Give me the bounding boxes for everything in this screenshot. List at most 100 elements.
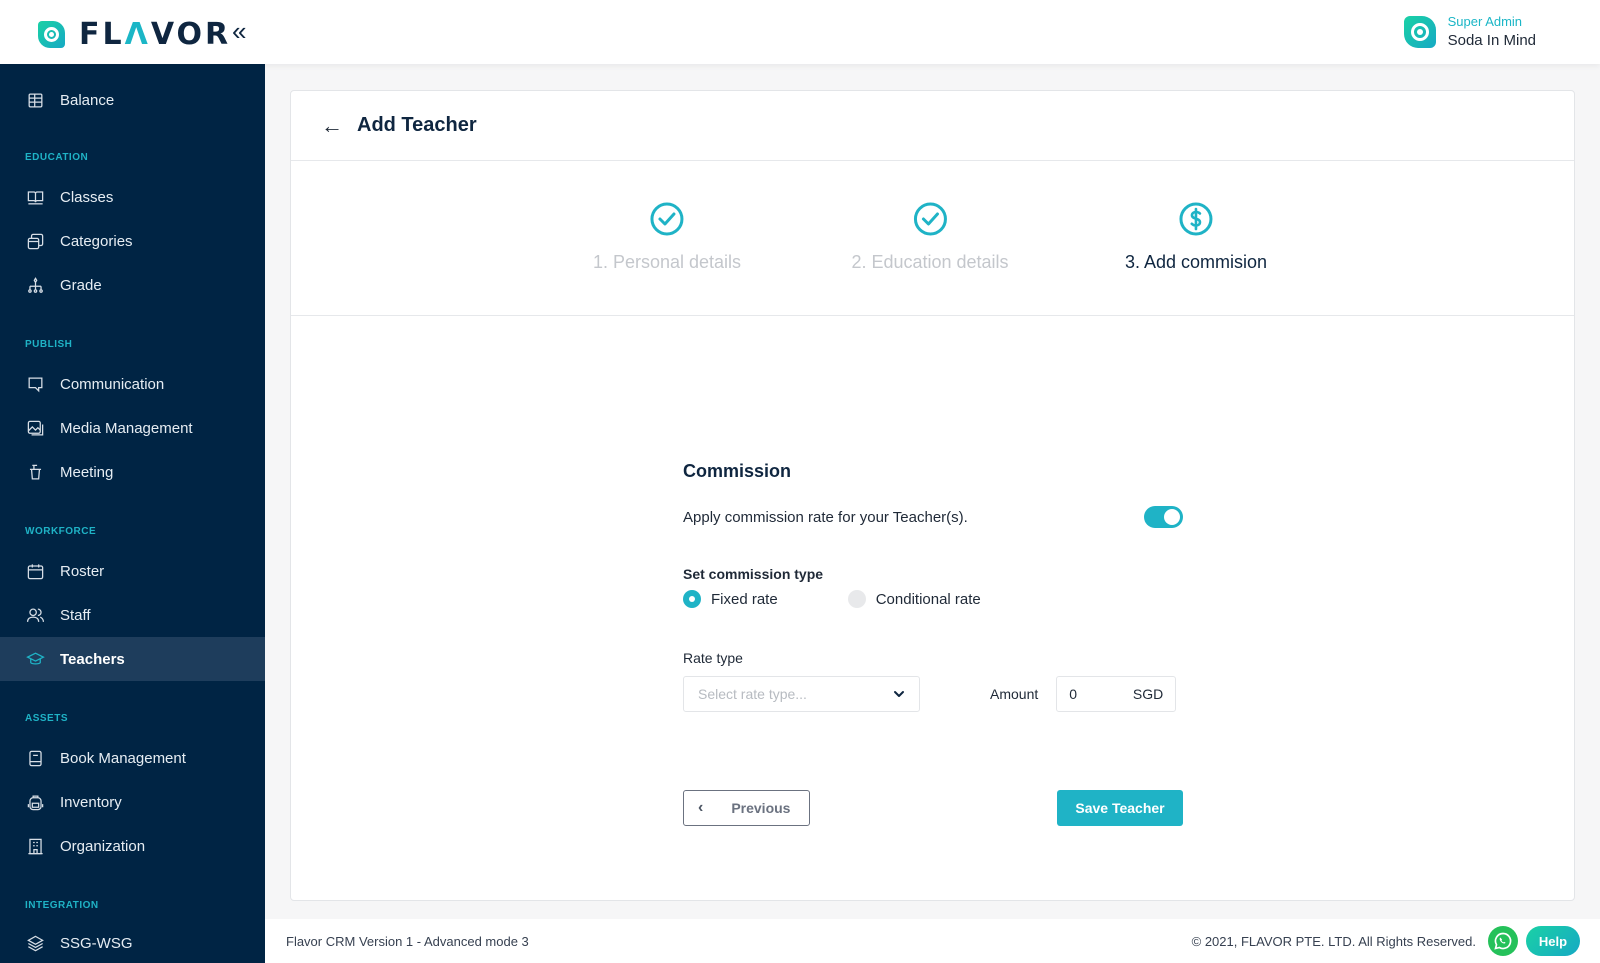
help-button[interactable]: Help [1526, 926, 1580, 956]
currency-label: SGD [1132, 686, 1164, 702]
select-placeholder: Select rate type... [698, 686, 807, 702]
radio-fixed-rate[interactable]: Fixed rate [683, 590, 778, 608]
commission-type-radio-group: Fixed rate Conditional rate [683, 590, 1183, 608]
rate-type-select[interactable]: Select rate type... [683, 676, 920, 712]
whatsapp-icon [1494, 932, 1512, 950]
sidebar-item-media-management[interactable]: Media Management [0, 406, 265, 450]
sidebar-item-meeting[interactable]: Meeting [0, 450, 265, 494]
radio-conditional-rate[interactable]: Conditional rate [847, 590, 981, 608]
sidebar-item-label: Roster [60, 562, 105, 580]
sidebar-item-roster[interactable]: Roster [0, 549, 265, 593]
commission-type-label: Set commission type [683, 566, 824, 582]
rate-type-label: Rate type [683, 650, 743, 666]
sidebar-item-ssg-wsg[interactable]: SSG-WSG [0, 921, 265, 963]
sidebar-item-staff[interactable]: Staff [0, 593, 265, 637]
sidebar-section-integration: INTEGRATION [25, 900, 99, 911]
podium-icon [25, 462, 45, 482]
sidebar-item-label: Classes [60, 188, 114, 206]
sidebar-item-label: SSG-WSG [60, 934, 133, 952]
version-text: Flavor CRM Version 1 - Advanced mode 3 [286, 933, 529, 949]
previous-label: Previous [731, 800, 791, 816]
sidebar-item-classes[interactable]: Classes [0, 175, 265, 219]
sidebar-item-inventory[interactable]: Inventory [0, 780, 265, 824]
users-icon [25, 605, 45, 625]
copyright-text: © 2021, FLAVOR PTE. LTD. All Rights Rese… [1191, 933, 1476, 949]
radio-checked-icon [683, 590, 701, 608]
sidebar-item-label: Inventory [60, 793, 122, 811]
sidebar-item-label: Grade [60, 276, 102, 294]
sidebar-section-education: EDUCATION [25, 152, 89, 163]
hierarchy-icon [25, 275, 45, 295]
radio-unchecked-icon [847, 590, 866, 608]
check-circle-icon [650, 202, 684, 236]
chevron-left-icon: ‹ [698, 799, 704, 816]
sidebar-item-communication[interactable]: Communication [0, 362, 265, 406]
sidebar-item-label: Teachers [60, 650, 125, 668]
add-teacher-card: ← Add Teacher 1. Personal details 2. Edu… [290, 90, 1575, 901]
sidebar-item-label: Organization [60, 837, 146, 855]
toggle-label: Apply commission rate for your Teacher(s… [683, 508, 968, 526]
back-button[interactable]: ← [321, 112, 343, 138]
double-chevron-left-icon: « [232, 16, 247, 46]
step-label: 1. Personal details [592, 252, 742, 272]
toggle-knob [1164, 509, 1180, 525]
footer-right: © 2021, FLAVOR PTE. LTD. All Rights Rese… [1192, 926, 1580, 956]
sidebar-item-label: Book Management [60, 749, 186, 767]
dollar-circle-icon [1179, 202, 1213, 236]
user-profile[interactable]: Super Admin Soda In Mind [1403, 14, 1536, 49]
collapse-sidebar-button[interactable]: « [232, 18, 246, 44]
book-open-icon [25, 187, 45, 207]
step-education-details[interactable]: 2. Education details [851, 201, 1009, 273]
top-header: FLΛVOR « Super Admin Soda In Mind [0, 0, 1600, 64]
balance-icon [25, 90, 45, 110]
book-icon [25, 748, 45, 768]
chevron-down-icon [894, 691, 904, 697]
sidebar-item-categories[interactable]: Categories [0, 219, 265, 263]
amount-label: Amount [990, 686, 1039, 702]
previous-button[interactable]: ‹ Previous [683, 790, 810, 826]
building-icon [25, 836, 45, 856]
sidebar-item-label: Balance [60, 91, 115, 109]
card-header: ← Add Teacher [291, 91, 1574, 161]
sidebar-item-label: Staff [60, 606, 91, 624]
sidebar-section-workforce: WORKFORCE [25, 526, 97, 537]
sidebar-item-label: Media Management [60, 419, 193, 437]
stack-icon [25, 231, 45, 251]
commission-toggle-row: Apply commission rate for your Teacher(s… [683, 506, 1183, 528]
backpack-icon [25, 792, 45, 812]
radio-label: Conditional rate [875, 590, 981, 608]
amount-input[interactable] [1069, 686, 1120, 702]
sidebar-item-grade[interactable]: Grade [0, 263, 265, 307]
step-label: 3. Add commision [1124, 252, 1268, 272]
form-actions: ‹ Previous Save Teacher [683, 790, 1183, 826]
rate-row: Select rate type... Amount SGD [683, 676, 1183, 712]
amount-field-wrapper: SGD [1056, 676, 1177, 712]
brand-logo[interactable]: FLΛVOR [38, 17, 231, 52]
stepper: 1. Personal details 2. Education details… [291, 161, 1574, 316]
sidebar-item-teachers[interactable]: Teachers [0, 637, 265, 681]
layers-icon [25, 933, 45, 953]
section-title: Commission [683, 461, 792, 481]
graduation-cap-icon [25, 649, 45, 669]
arrow-left-icon: ← [321, 112, 343, 138]
sidebar: Balance EDUCATION Classes Categories Gra… [0, 64, 265, 963]
step-add-commission[interactable]: 3. Add commision [1125, 201, 1267, 273]
calendar-icon [25, 561, 45, 581]
whatsapp-button[interactable] [1488, 926, 1518, 956]
avatar [1403, 15, 1436, 48]
sidebar-item-book-management[interactable]: Book Management [0, 736, 265, 780]
step-label: 2. Education details [851, 252, 1009, 272]
step-personal-details[interactable]: 1. Personal details [593, 201, 741, 273]
image-icon [25, 418, 45, 438]
sidebar-item-balance[interactable]: Balance [0, 78, 265, 122]
sidebar-section-assets: ASSETS [25, 713, 69, 724]
apply-commission-toggle[interactable] [1144, 506, 1183, 528]
footer: Flavor CRM Version 1 - Advanced mode 3 ©… [265, 919, 1600, 963]
page-title: Add Teacher [357, 114, 477, 136]
brand-name: FLΛVOR [79, 17, 232, 52]
save-teacher-button[interactable]: Save Teacher [1057, 790, 1183, 826]
user-role: Super Admin [1447, 14, 1523, 29]
sidebar-item-organization[interactable]: Organization [0, 824, 265, 868]
sidebar-item-label: Categories [60, 232, 133, 250]
check-circle-icon [913, 202, 947, 236]
